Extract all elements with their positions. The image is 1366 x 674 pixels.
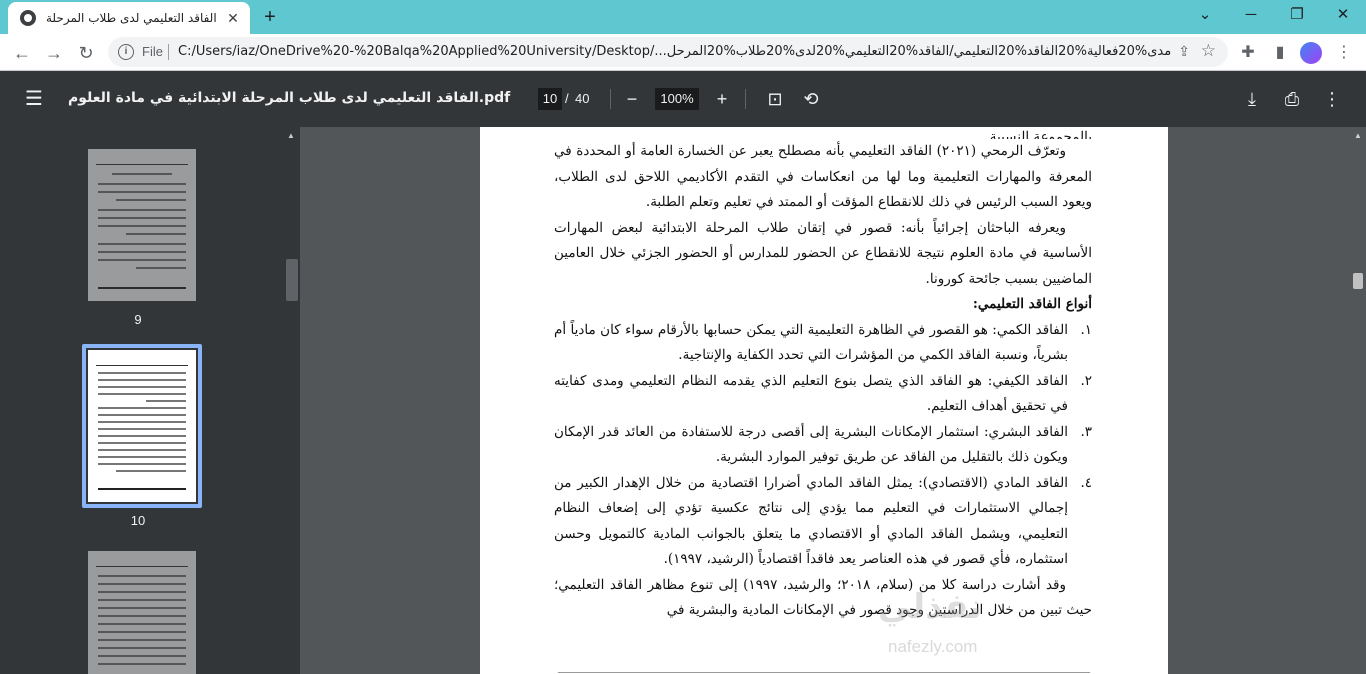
close-window-button[interactable]: ✕ [1320, 0, 1366, 30]
zoom-input[interactable]: 100% [655, 88, 699, 110]
watermark-url: nafezly.com [888, 637, 978, 656]
page-number-input[interactable]: 10 [538, 88, 562, 110]
omnibox-divider [168, 44, 169, 60]
back-arrow-icon[interactable]: ← [8, 39, 36, 67]
globe-icon [20, 10, 36, 26]
browser-toolbar: ← → ↻ i File C:/Users/iaz/OneDrive%20-%2… [0, 34, 1366, 71]
thumbnail-label: 9 [134, 312, 142, 327]
scroll-up-arrow-icon[interactable]: ▲ [287, 131, 295, 140]
thumbnail-label: 10 [130, 513, 146, 528]
more-actions-icon[interactable]: ⋮ [1320, 87, 1344, 111]
list-text: الفاقد البشري: استثمار الإمكانات البشرية… [554, 423, 1068, 466]
watermark-logo: نفذلي [878, 587, 983, 627]
pdf-title: الفاقد التعليمي لدى طلاب المرحلة الابتدا… [68, 90, 511, 106]
new-tab-button[interactable]: + [258, 5, 282, 29]
list-number: ٢. [1080, 372, 1092, 389]
tab-title: الفاقد التعليمي لدى طلاب المرحلة [46, 11, 217, 25]
reload-icon[interactable]: ↻ [72, 39, 100, 67]
footer-rule [558, 672, 1090, 673]
file-scheme-label: File [142, 44, 163, 59]
list-item: ٤. الفاقد المادي (الاقتصادي): يمثل الفاقد… [554, 471, 1092, 573]
zoom-out-icon[interactable]: − [620, 87, 644, 111]
pdf-page: بالمجموعة النسبية... وتعرّف الرمحي (٢٠٢١… [480, 127, 1168, 674]
list-number: ١. [1080, 321, 1092, 338]
clipped-line: بالمجموعة النسبية... [976, 129, 1092, 139]
paragraph: وتعرّف الرمحي (٢٠٢١) الفاقد التعليمي بأن… [554, 143, 1092, 210]
sidebar-scrollbar[interactable]: ▲ [284, 127, 300, 674]
list-item: ١. الفاقد الكمي: هو القصور في الظاهرة الت… [554, 318, 1092, 369]
thumbnail-page-9[interactable] [88, 149, 196, 301]
address-bar[interactable]: i File C:/Users/iaz/OneDrive%20-%20Balqa… [108, 37, 1228, 67]
document-scroll-thumb[interactable] [1353, 273, 1363, 289]
print-icon[interactable]: ⎙ [1280, 87, 1304, 111]
tab-close-icon[interactable]: ✕ [224, 9, 242, 27]
list-text: الفاقد الكيفي: هو الفاقد الذي يتصل بنوع … [554, 372, 1068, 415]
minimize-button[interactable]: ─ [1228, 0, 1274, 30]
browser-tab[interactable]: الفاقد التعليمي لدى طلاب المرحلة ✕ [8, 2, 250, 34]
list-item: ٣. الفاقد البشري: استثمار الإمكانات البشر… [554, 420, 1092, 471]
zoom-in-icon[interactable]: + [710, 87, 734, 111]
side-panel-icon[interactable]: ▮ [1266, 39, 1294, 67]
list-item: ٢. الفاقد الكيفي: هو الفاقد الذي يتصل بنو… [554, 369, 1092, 420]
thumbnail-header [96, 356, 188, 366]
browser-menu-icon[interactable]: ⋮ [1330, 39, 1358, 67]
thumbnail-header [96, 155, 188, 165]
thumbnail-sidebar: 9 10 ▲ [0, 127, 300, 674]
fit-to-page-icon[interactable]: ⊡ [763, 87, 787, 111]
toolbar-divider [610, 89, 611, 109]
paragraph: ويعرفه الباحثان إجرائياً بأنه: قصور في إ… [554, 219, 1092, 287]
paragraph: وقد أشارت دراسة كلا من (سلام، ٢٠١٨؛ والر… [554, 576, 1092, 619]
url-text[interactable]: C:/Users/iaz/OneDrive%20-%20Balqa%20Appl… [178, 44, 1178, 59]
scroll-up-arrow-icon[interactable]: ▲ [1354, 131, 1362, 140]
extensions-puzzle-icon[interactable]: ✚ [1234, 39, 1262, 67]
tab-strip: الفاقد التعليمي لدى طلاب المرحلة ✕ + ⌄ ─… [0, 0, 1366, 34]
pdf-toolbar: ☰ الفاقد التعليمي لدى طلاب المرحلة الابت… [0, 71, 1366, 127]
list-text: الفاقد الكمي: هو القصور في الظاهرة التعل… [554, 321, 1068, 364]
section-heading: أنواع الفاقد التعليمي: [972, 296, 1092, 312]
info-icon[interactable]: i [118, 44, 134, 60]
page-total: 40 [575, 91, 590, 106]
restore-button[interactable]: ❐ [1274, 0, 1320, 30]
sidebar-scroll-thumb[interactable] [286, 259, 298, 301]
document-viewport: بالمجموعة النسبية... وتعرّف الرمحي (٢٠٢١… [300, 127, 1366, 674]
thumbnail-page-11[interactable] [88, 551, 196, 674]
forward-arrow-icon[interactable]: → [40, 39, 68, 67]
toolbar-divider [745, 89, 746, 109]
list-text: الفاقد المادي (الاقتصادي): يمثل الفاقد ا… [554, 474, 1068, 568]
download-icon[interactable]: ⤓ [1240, 87, 1264, 111]
share-icon[interactable]: ⇪ [1178, 43, 1190, 60]
document-scrollbar[interactable]: ▲ [1350, 127, 1366, 674]
thumbnail-header [96, 557, 188, 567]
rotate-icon[interactable]: ⟲ [799, 87, 823, 111]
tab-search-button[interactable]: ⌄ [1182, 0, 1228, 30]
list-number: ٣. [1080, 423, 1092, 440]
page-text: بالمجموعة النسبية... وتعرّف الرمحي (٢٠٢١… [554, 127, 1092, 624]
hamburger-menu-icon[interactable]: ☰ [22, 87, 46, 111]
thumbnail-page-10[interactable] [88, 350, 196, 502]
page-separator: / [565, 91, 569, 106]
bookmark-star-icon[interactable]: ☆ [1201, 41, 1216, 61]
profile-avatar[interactable] [1300, 42, 1322, 64]
list-number: ٤. [1080, 474, 1092, 491]
